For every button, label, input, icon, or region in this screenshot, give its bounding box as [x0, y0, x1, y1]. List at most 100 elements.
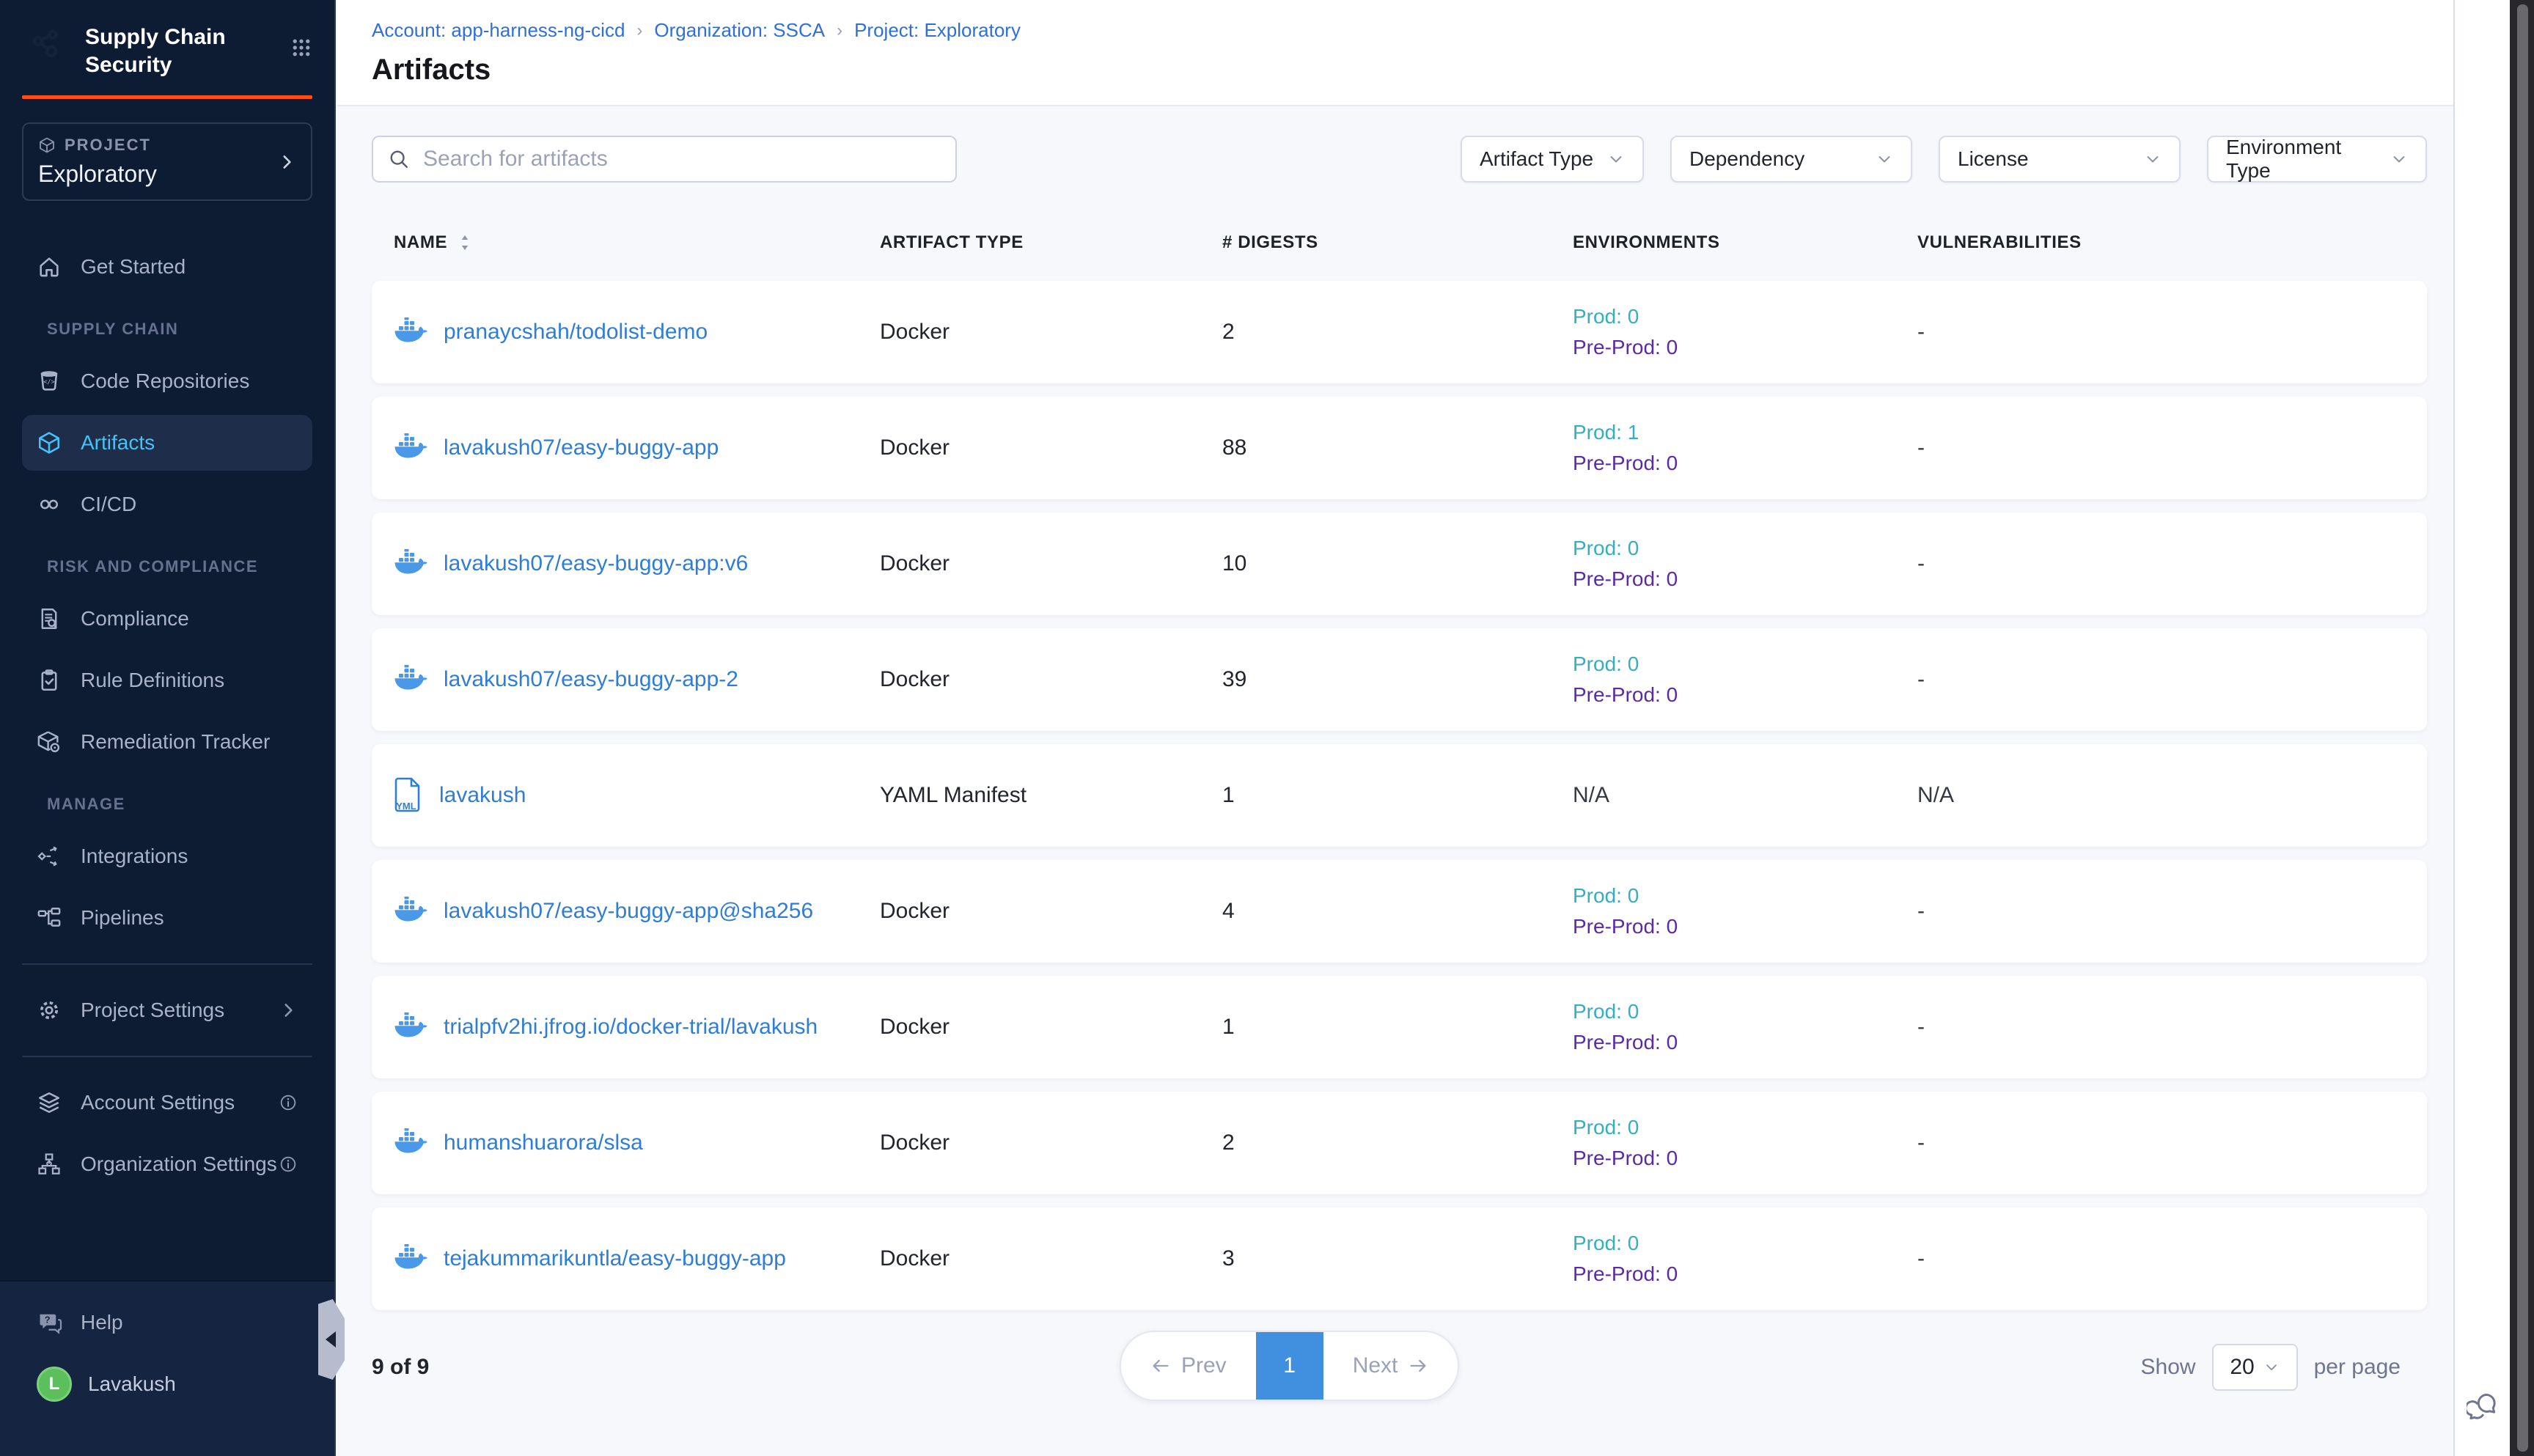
preprod-env-link[interactable]: Pre-Prod: 0 — [1573, 680, 1917, 710]
brand-accent-divider — [22, 95, 312, 99]
page-number-button[interactable]: 1 — [1256, 1332, 1323, 1400]
environments-cell: N/A — [1573, 780, 1917, 811]
search-input[interactable] — [372, 136, 957, 183]
per-page-label: per page — [2314, 1355, 2401, 1380]
artifact-name-link[interactable]: tejakummarikuntla/easy-buggy-app — [444, 1246, 786, 1271]
nav-divider — [22, 1056, 312, 1057]
preprod-env-link[interactable]: Pre-Prod: 0 — [1573, 448, 1917, 479]
prod-env-link[interactable]: Prod: 0 — [1573, 1228, 1917, 1259]
preprod-env-link[interactable]: Pre-Prod: 0 — [1573, 1027, 1917, 1058]
scrollbar-thumb[interactable] — [2517, 4, 2528, 1452]
vulnerabilities-cell: - — [1917, 551, 2427, 576]
preprod-env-link[interactable]: Pre-Prod: 0 — [1573, 1259, 1917, 1290]
project-name: Exploratory — [38, 161, 277, 188]
sort-icon[interactable] — [458, 233, 472, 252]
sidebar-item-ci-cd[interactable]: CI/CD — [22, 477, 312, 532]
pagination-bar: 9 of 9 Prev 1 Next Show 20 per page — [372, 1331, 2427, 1404]
module-grid-icon[interactable] — [290, 37, 312, 59]
preprod-env-link[interactable]: Pre-Prod: 0 — [1573, 1143, 1917, 1174]
artifact-name-link[interactable]: lavakush07/easy-buggy-app:v6 — [444, 551, 748, 576]
sidebar-nav: Get Started SUPPLY CHAIN Code Repositori… — [22, 239, 312, 1192]
sidebar-item-artifacts[interactable]: Artifacts — [22, 415, 312, 471]
help-label: Help — [81, 1311, 123, 1334]
column-header-vulnerabilities: VULNERABILITIES — [1917, 232, 2427, 253]
sidebar-item-account-settings[interactable]: Account Settings — [22, 1075, 312, 1130]
docker-icon — [394, 1244, 427, 1273]
preprod-env-link[interactable]: Pre-Prod: 0 — [1573, 332, 1917, 363]
breadcrumb-account-link[interactable]: Account: app-harness-ng-cicd — [372, 19, 625, 42]
artifact-name-link[interactable]: humanshuarora/slsa — [444, 1130, 643, 1155]
vulnerabilities-cell: - — [1917, 1246, 2427, 1271]
user-menu[interactable]: L Lavakush — [37, 1367, 298, 1402]
sidebar-item-rule-definitions[interactable]: Rule Definitions — [22, 652, 312, 708]
artifact-name-link[interactable]: lavakush07/easy-buggy-app-2 — [444, 667, 738, 692]
share-icon — [37, 844, 62, 869]
sidebar-item-compliance[interactable]: Compliance — [22, 591, 312, 647]
prod-env-link[interactable]: Prod: 0 — [1573, 649, 1917, 680]
support-chat-icon[interactable] — [2467, 1390, 2499, 1422]
table-row[interactable]: pranaycshah/todolist-demo Docker 2 Prod:… — [372, 281, 2427, 383]
artifact-type-cell: Docker — [880, 320, 1222, 345]
license-dropdown[interactable]: License — [1939, 136, 2181, 183]
arrow-right-icon — [1408, 1356, 1428, 1376]
vulnerabilities-cell: - — [1917, 1015, 2427, 1040]
artifact-type-cell: Docker — [880, 1130, 1222, 1155]
vulnerabilities-cell: N/A — [1917, 783, 2427, 808]
table-row[interactable]: trialpfv2hi.jfrog.io/docker-trial/lavaku… — [372, 976, 2427, 1078]
preprod-env-link[interactable]: Pre-Prod: 0 — [1573, 564, 1917, 595]
table-row[interactable]: lavakush07/easy-buggy-app Docker 88 Prod… — [372, 397, 2427, 499]
artifact-name-link[interactable]: lavakush07/easy-buggy-app — [444, 435, 719, 460]
table-row[interactable]: lavakush07/easy-buggy-app-2 Docker 39 Pr… — [372, 628, 2427, 731]
doc-search-icon — [37, 606, 62, 631]
artifact-type-cell: Docker — [880, 551, 1222, 576]
table-row[interactable]: humanshuarora/slsa Docker 2 Prod: 0Pre-P… — [372, 1092, 2427, 1194]
project-selector[interactable]: PROJECT Exploratory — [22, 122, 312, 201]
artifact-type-dropdown[interactable]: Artifact Type — [1461, 136, 1644, 183]
per-page-value: 20 — [2230, 1355, 2254, 1380]
prod-env-link[interactable]: Prod: 0 — [1573, 996, 1917, 1027]
license-dropdown-label: License — [1958, 147, 2029, 171]
prod-env-link[interactable]: Prod: 0 — [1573, 533, 1917, 564]
prod-env-link[interactable]: Prod: 0 — [1573, 1112, 1917, 1143]
artifact-type-dropdown-label: Artifact Type — [1480, 147, 1593, 171]
sidebar-item-organization-settings[interactable]: Organization Settings — [22, 1136, 312, 1192]
chevron-down-icon — [1607, 150, 1625, 168]
table-row[interactable]: tejakummarikuntla/easy-buggy-app Docker … — [372, 1207, 2427, 1310]
environment-type-dropdown[interactable]: Environment Type — [2207, 136, 2427, 183]
artifact-rows: pranaycshah/todolist-demo Docker 2 Prod:… — [372, 281, 2427, 1310]
prod-env-link[interactable]: Prod: 0 — [1573, 301, 1917, 332]
artifact-name-link[interactable]: pranaycshah/todolist-demo — [444, 320, 708, 345]
column-header-name[interactable]: NAME — [394, 232, 880, 253]
per-page-select[interactable]: 20 — [2212, 1344, 2298, 1391]
preprod-env-link[interactable]: Pre-Prod: 0 — [1573, 911, 1917, 942]
table-row[interactable]: lavakush07/easy-buggy-app@sha256 Docker … — [372, 860, 2427, 963]
table-row[interactable]: lavakush07/easy-buggy-app:v6 Docker 10 P… — [372, 512, 2427, 615]
breadcrumb-separator: › — [636, 21, 642, 41]
sidebar-item-code-repositories[interactable]: Code Repositories — [22, 353, 312, 409]
sidebar-item-pipelines[interactable]: Pipelines — [22, 890, 312, 946]
artifact-name-link[interactable]: lavakush — [439, 783, 526, 808]
sidebar-item-get-started[interactable]: Get Started — [22, 239, 312, 295]
prod-env-link[interactable]: Prod: 1 — [1573, 417, 1917, 448]
project-meta: PROJECT Exploratory — [38, 136, 277, 188]
breadcrumb-organization-link[interactable]: Organization: SSCA — [654, 19, 825, 42]
sidebar-item-project-settings[interactable]: Project Settings — [22, 982, 312, 1038]
environments-cell: Prod: 0Pre-Prod: 0 — [1573, 1112, 1917, 1174]
breadcrumb-project-link[interactable]: Project: Exploratory — [854, 19, 1021, 42]
artifact-type-cell: Docker — [880, 435, 1222, 460]
arrow-left-icon — [1150, 1356, 1171, 1376]
sidebar-item-remediation-tracker[interactable]: Remediation Tracker — [22, 714, 312, 770]
dependency-dropdown[interactable]: Dependency — [1670, 136, 1912, 183]
prod-env-link[interactable]: Prod: 0 — [1573, 880, 1917, 911]
table-row[interactable]: lavakush YAML Manifest 1 N/A N/A — [372, 744, 2427, 847]
column-header-artifact-type: ARTIFACT TYPE — [880, 232, 1222, 253]
vulnerabilities-cell: - — [1917, 320, 2427, 345]
sidebar-item-help[interactable]: Help — [37, 1309, 298, 1336]
artifact-name-link[interactable]: lavakush07/easy-buggy-app@sha256 — [444, 899, 813, 924]
next-page-button[interactable]: Next — [1323, 1332, 1458, 1400]
sidebar-item-integrations[interactable]: Integrations — [22, 828, 312, 884]
docker-icon — [394, 1128, 427, 1158]
artifact-name-link[interactable]: trialpfv2hi.jfrog.io/docker-trial/lavaku… — [444, 1015, 818, 1040]
prev-page-button[interactable]: Prev — [1121, 1332, 1256, 1400]
vulnerabilities-cell: - — [1917, 899, 2427, 924]
